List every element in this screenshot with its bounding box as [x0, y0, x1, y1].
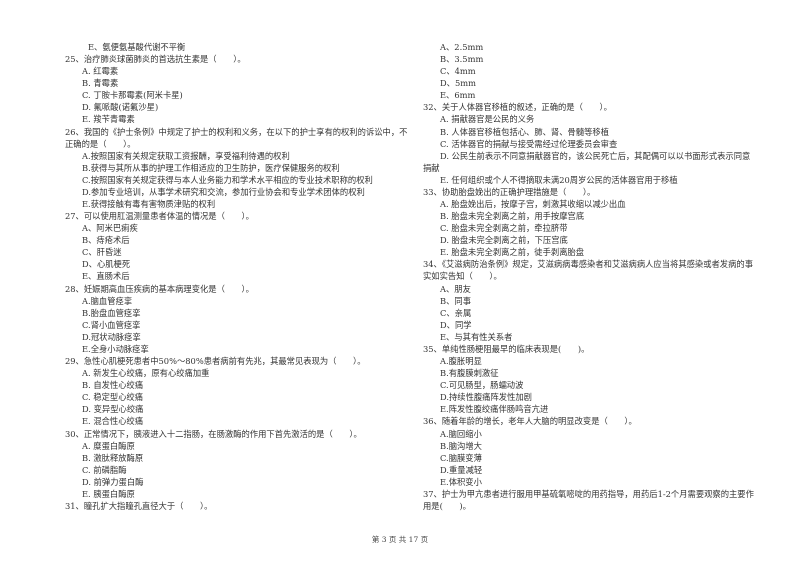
answer-option: A、阿米巴痢疾 — [82, 223, 138, 234]
left-column: E、氨便氨基酸代谢不平衡 25、治疗肺炎球菌肺炎的首选抗生素是（ ）。 A. 红霉素… — [65, 41, 410, 512]
answer-option: E、氨便氨基酸代谢不平衡 — [88, 42, 186, 52]
answer-option: D. 胎盘未完全剥离之前，下压宫底 — [440, 235, 568, 246]
question-text: 37、护士为甲亢患者进行服用甲基硫氧嘧啶的用药指导，用药后1-2个月需要观察的主… — [423, 488, 754, 511]
question-text: 31、瞳孔扩大指瞳孔直径大于（ ）。 — [65, 500, 213, 511]
answer-option: E.体积变小 — [440, 476, 482, 487]
answer-option: E. 混合性心绞痛 — [82, 416, 144, 427]
answer-option: C. 丁胺卡那霉素(阿米卡星) — [82, 90, 183, 101]
answer-option: A. 红霉素 — [82, 66, 119, 77]
answer-option: C. 活体器官的捐献与接受需经过伦理委员会审查 — [440, 138, 618, 149]
answer-option: C.肾小血管痉挛 — [82, 319, 141, 330]
answer-option: A.腹胀明显 — [440, 356, 482, 367]
answer-option: D、心肌梗死 — [82, 259, 131, 270]
answer-option: B. 激肽释放酶原 — [82, 452, 144, 463]
answer-option: D、5mm — [440, 78, 476, 89]
question-text: 36、随着年龄的增长，老年人大脑的明显改变是（ ）。 — [423, 416, 637, 427]
page-footer: 第 3 页 共 17 页 — [371, 535, 429, 544]
question-text: 35、单纯性肠梗阻最早的临床表现是( )。 — [423, 343, 590, 354]
question-text: 32、关于人体器官移植的叙述，正确的是（ ）。 — [423, 102, 612, 113]
answer-option: A、2.5mm — [440, 42, 484, 52]
question-text: 29、急性心肌梗死患者中50%～80%患者病前有先兆，其最常见表现为（ ）。 — [65, 356, 366, 367]
answer-option: E. 胎盘未完全剥离之前，徒手剥离胎盘 — [440, 247, 585, 258]
answer-option: B. 自发性心绞痛 — [82, 380, 144, 391]
question-text: 28、妊娠期高血压疾病的基本病理变化是（ ）。 — [65, 283, 254, 294]
answer-option: A. 新发生心绞痛，原有心绞痛加重 — [82, 368, 210, 379]
answer-option: D、同学 — [440, 319, 472, 330]
answer-option: D.冠状动脉痉挛 — [82, 331, 141, 342]
answer-option: B. 人体器官移植包括心、肺、肾、骨髓等移植 — [440, 126, 610, 137]
answer-option: D. 变异型心绞痛 — [82, 404, 144, 415]
question-text: 26、我国的《护士条例》中规定了护士的权利和义务，在以下的护士享有的权利的诉讼中… — [65, 126, 408, 149]
answer-option: C、亲属 — [440, 307, 472, 318]
answer-option: E、与其有性关系者 — [440, 331, 513, 342]
answer-option: B.有腹膜刺激征 — [440, 368, 499, 379]
answer-option: C.脑膜变薄 — [440, 452, 482, 463]
answer-option: E.全身小动脉痉挛 — [82, 343, 149, 354]
answer-option: E. 羧苄青霉素 — [82, 114, 135, 125]
answer-option: B.胎盘血管痉挛 — [82, 307, 141, 318]
answer-option: B. 胎盘未完全剥离之前，用手按摩宫底 — [440, 211, 585, 222]
answer-option: C. 胎盘未完全剥离之前，牵拉脐带 — [440, 223, 568, 234]
answer-option: E. 胰蛋白酶原 — [82, 488, 135, 499]
answer-option: D. 氟哌酸(诺氟沙星) — [82, 102, 159, 113]
answer-option: D.参加专业培训，从事学术研究和交流，参加行业协会和专业学术团体的权利 — [82, 186, 365, 197]
answer-option: A. 胎盘娩出后，按摩子宫，刺激其收缩以减少出血 — [440, 199, 626, 210]
answer-option: D.重量减轻 — [440, 464, 483, 475]
right-column: A、2.5mm B、3.5mm C、4mm D、5mm E、6mm 32、关于人体器官移植… — [423, 41, 756, 512]
answer-option: C.按照国家有关规定获得与本人业务能力和学术水平相应的专业技术职称的权利 — [82, 174, 373, 185]
answer-option: A.脑回缩小 — [440, 428, 482, 439]
question-text: 30、正常情况下，胰液进入十二指肠，在肠激酶的作用下首先激活的是（ ）。 — [65, 428, 362, 439]
answer-option: A、朋友 — [440, 283, 471, 294]
answer-option: A.脑血管痉挛 — [82, 295, 133, 306]
answer-option: A. 捐献器官是公民的义务 — [440, 114, 535, 125]
answer-option: E. 任何组织或个人不得摘取未满20周岁公民的活体器官用于移植 — [440, 174, 678, 185]
answer-option: E、6mm — [440, 90, 476, 101]
answer-option: C.可见肠型，肠蠕动波 — [440, 380, 524, 391]
answer-option: E.阵发性腹绞痛伴肠鸣音亢进 — [440, 404, 549, 415]
answer-option: D. 公民生前表示不同意捐献器官的，该公民死亡后，其配偶可以以书面形式表示同意捐… — [423, 150, 751, 173]
answer-option: B. 青霉素 — [82, 78, 119, 89]
answer-option: A.按照国家有关规定获取工资报酬，享受福利待遇的权利 — [82, 150, 290, 161]
answer-option: B.脑沟增大 — [440, 440, 482, 451]
question-text: 27、可以使用肛温测量患者体温的情况是（ ）。 — [65, 211, 254, 222]
answer-option: B、同事 — [440, 295, 471, 306]
question-text: 33、协助胎盘娩出的正确护理措施是（ ）。 — [423, 186, 596, 197]
answer-option: C. 前磷脂酶 — [82, 464, 127, 475]
answer-option: E.获得接触有毒有害物质津贴的权利 — [82, 199, 216, 210]
answer-option: D.持续性腹痛阵发性加剧 — [440, 392, 532, 403]
answer-option: C. 稳定型心绞痛 — [82, 392, 144, 403]
answer-option: C、4mm — [440, 66, 476, 77]
answer-option: B、3.5mm — [440, 54, 484, 65]
answer-option: A. 糜蛋白酶原 — [82, 440, 135, 451]
answer-option: E、直肠术后 — [82, 271, 130, 282]
answer-option: B、痔疮术后 — [82, 235, 130, 246]
question-text: 34、《艾滋病防治条例》规定，艾滋病病毒感染者和艾滋病病人应当将其感染或者发病的… — [423, 259, 753, 282]
answer-option: B.获得与其所从事的护理工作相适应的卫生防护，医疗保健服务的权利 — [82, 162, 340, 173]
answer-option: C、肝昏迷 — [82, 247, 122, 258]
question-text: 25、治疗肺炎球菌肺炎的首选抗生素是（ ）。 — [65, 54, 246, 65]
answer-option: D. 前弹力蛋白酶 — [82, 476, 144, 487]
